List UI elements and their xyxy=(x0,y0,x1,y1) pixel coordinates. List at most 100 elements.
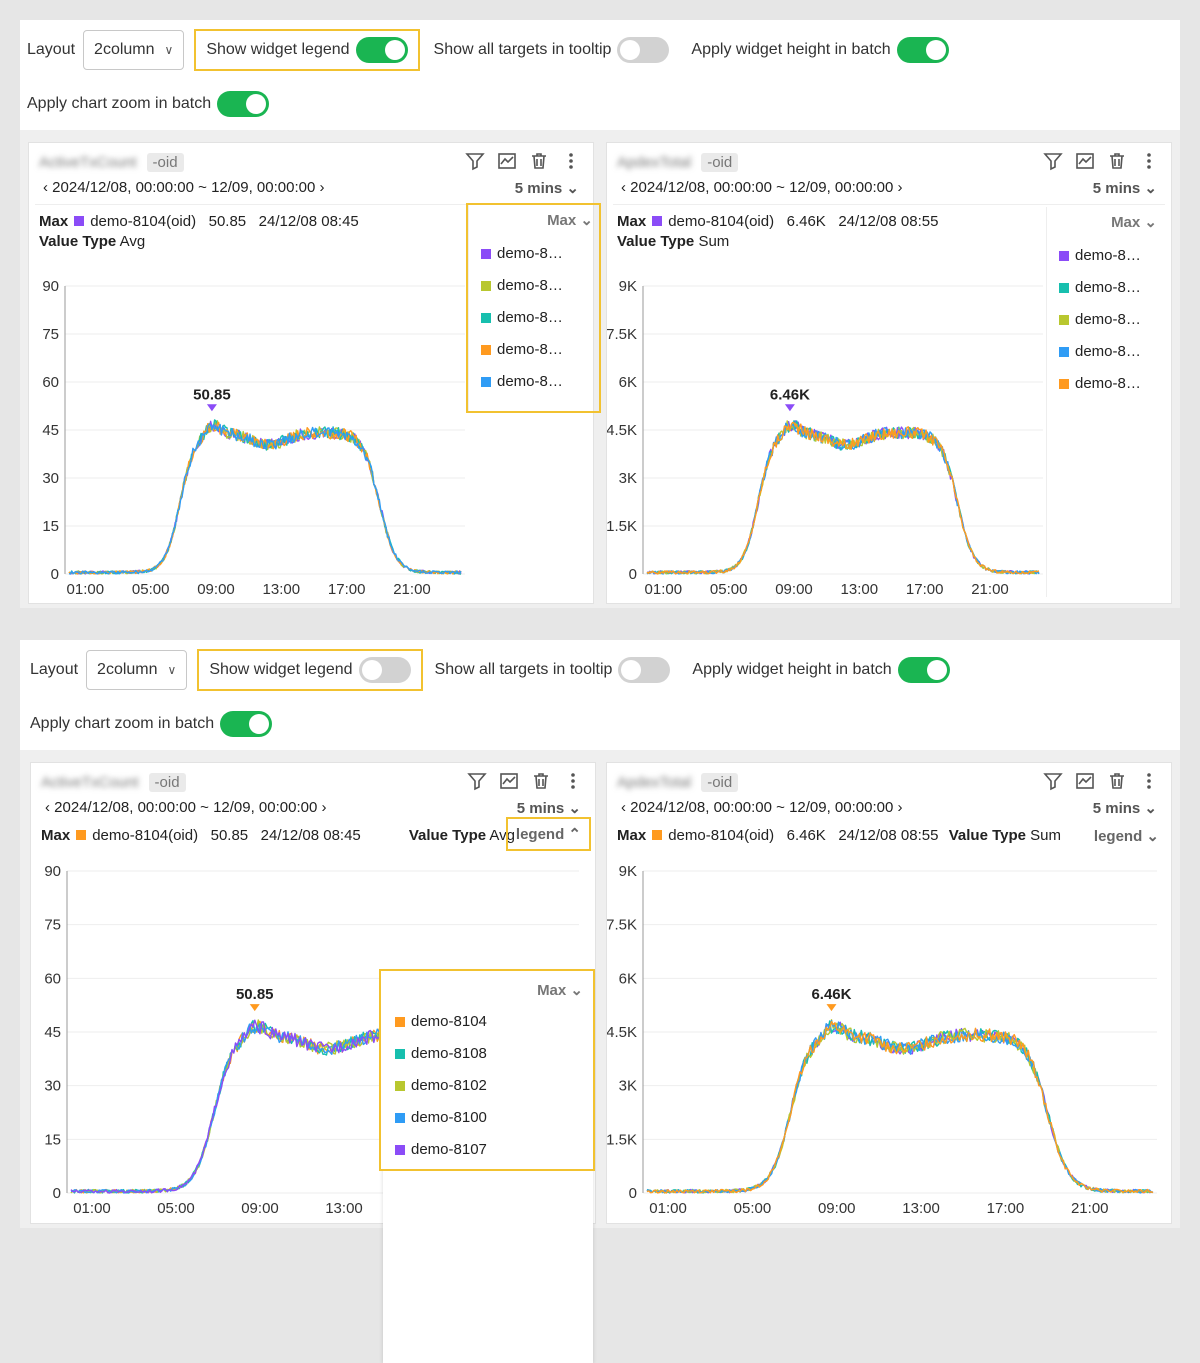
legend-item[interactable]: demo-8108 xyxy=(395,1045,487,1062)
filter-icon[interactable] xyxy=(1043,771,1063,791)
apply-zoom-switch[interactable] xyxy=(220,711,273,737)
line-chart[interactable]: 9K 7.5K 6K 4.5K 3K 1.5K 0 01:00 05:00 09:00 13:00 1… xyxy=(607,278,1055,604)
chart-icon[interactable] xyxy=(499,771,519,791)
filter-icon[interactable] xyxy=(465,151,485,171)
trash-icon[interactable] xyxy=(1107,771,1127,791)
value-type: Value Type Sum xyxy=(949,827,1061,844)
legend-item[interactable]: demo-8… xyxy=(1059,279,1141,296)
apply-height-toggle[interactable]: Apply widget height in batch xyxy=(692,657,950,683)
legend-item[interactable]: demo-8… xyxy=(1059,247,1141,264)
chevron-down-icon: ⌄ xyxy=(1144,180,1157,197)
legend-item[interactable]: demo-8… xyxy=(481,245,563,262)
y-tick-label: 0 xyxy=(53,1185,61,1202)
y-tick-label: 0 xyxy=(629,1185,637,1202)
date-range-text[interactable]: 2024/12/08, 00:00:00 ~ 12/09, 00:00:00 xyxy=(52,179,315,196)
chart-icon[interactable] xyxy=(1075,771,1095,791)
trash-icon[interactable] xyxy=(529,151,549,171)
apply-zoom-switch[interactable] xyxy=(217,91,270,117)
legend-item[interactable]: demo-8102 xyxy=(395,1077,487,1094)
chevron-up-icon: ⌃ xyxy=(568,826,581,843)
legend-sort-select[interactable]: Max ⌄ xyxy=(547,211,593,229)
x-tick-label: 21:00 xyxy=(1071,1200,1109,1217)
y-tick-label: 6K xyxy=(619,374,637,391)
x-tick-label: 01:00 xyxy=(645,581,683,598)
legend-item[interactable]: demo-8… xyxy=(1059,343,1141,360)
chart-icon[interactable] xyxy=(1075,151,1095,171)
line-chart[interactable]: 90 75 60 45 30 15 0 01:00 05:00 09:00 13:00 17:00 21… xyxy=(29,278,477,604)
filter-icon[interactable] xyxy=(1043,151,1063,171)
apply-height-switch[interactable] xyxy=(896,37,949,63)
interval-select[interactable]: 5 mins ⌄ xyxy=(1093,799,1157,817)
apply-height-switch[interactable] xyxy=(897,657,950,683)
legend-sort-value: Max xyxy=(1111,214,1141,231)
legend-item[interactable]: demo-8104 xyxy=(395,1013,487,1030)
trash-icon[interactable] xyxy=(1107,151,1127,171)
next-icon[interactable]: › xyxy=(893,179,902,196)
chevron-down-icon: ⌄ xyxy=(566,180,579,197)
peak-marker xyxy=(249,1004,260,1012)
date-range-text[interactable]: 2024/12/08, 00:00:00 ~ 12/09, 00:00:00 xyxy=(630,179,893,196)
next-icon[interactable]: › xyxy=(315,179,324,196)
show-widget-legend-switch[interactable] xyxy=(355,37,408,63)
series-swatch xyxy=(652,216,663,226)
legend-toggle-button[interactable]: legend ⌄ xyxy=(1094,827,1159,845)
show-widget-legend-toggle[interactable]: Show widget legend xyxy=(194,29,420,71)
filter-icon[interactable] xyxy=(467,771,487,791)
show-all-targets-toggle[interactable]: Show all targets in tooltip xyxy=(435,657,671,683)
date-range: ‹ 2024/12/08, 00:00:00 ~ 12/09, 00:00:00… xyxy=(621,179,903,196)
legend-item[interactable]: demo-8… xyxy=(481,341,563,358)
apply-zoom-toggle[interactable]: Apply chart zoom in batch xyxy=(30,711,273,737)
legend-item[interactable]: demo-8107 xyxy=(395,1141,487,1158)
next-icon[interactable]: › xyxy=(317,799,326,816)
y-tick-label: 0 xyxy=(51,566,59,583)
show-widget-legend-switch[interactable] xyxy=(358,657,411,683)
prev-icon[interactable]: ‹ xyxy=(45,799,54,816)
show-all-targets-toggle[interactable]: Show all targets in tooltip xyxy=(434,37,670,63)
line-chart[interactable]: 9K 7.5K 6K 4.5K 3K 1.5K 0 01:00 05:00 09:00 13:00 1… xyxy=(607,863,1169,1223)
layout-select[interactable]: 2column ∨ xyxy=(83,30,185,70)
dashboard-panel-legend-on: Layout 2column ∨ Show widget legend Show … xyxy=(20,20,1180,608)
apply-zoom-toggle[interactable]: Apply chart zoom in batch xyxy=(27,91,270,117)
more-icon[interactable] xyxy=(1139,151,1159,171)
interval-select[interactable]: 5 mins ⌄ xyxy=(1093,179,1157,197)
legend-toggle-button[interactable]: legend ⌃ xyxy=(505,817,591,851)
layout-select[interactable]: 2column ∨ xyxy=(86,650,188,690)
more-icon[interactable] xyxy=(561,151,581,171)
show-all-targets-label: Show all targets in tooltip xyxy=(433,41,612,58)
show-all-targets-switch[interactable] xyxy=(618,657,671,683)
legend-item[interactable]: demo-8… xyxy=(481,373,563,390)
legend-sort-select[interactable]: Max ⌄ xyxy=(1111,213,1157,231)
legend-item[interactable]: demo-8… xyxy=(481,277,563,294)
legend-item[interactable]: demo-8100 xyxy=(395,1109,487,1126)
x-tick-label: 09:00 xyxy=(775,581,813,598)
series-swatch xyxy=(481,280,491,291)
chevron-down-icon: ⌄ xyxy=(1144,800,1157,817)
show-all-targets-switch[interactable] xyxy=(617,37,670,63)
interval-select[interactable]: 5 mins ⌄ xyxy=(515,179,579,197)
legend-item-label: demo-8… xyxy=(497,373,563,390)
show-widget-legend-toggle[interactable]: Show widget legend xyxy=(197,649,423,691)
value-type-label: Value Type xyxy=(39,233,117,250)
date-range-text[interactable]: 2024/12/08, 00:00:00 ~ 12/09, 00:00:00 xyxy=(54,799,317,816)
trash-icon[interactable] xyxy=(531,771,551,791)
legend-item[interactable]: demo-8… xyxy=(481,309,563,326)
next-icon[interactable]: › xyxy=(893,799,902,816)
interval-select[interactable]: 5 mins ⌄ xyxy=(517,799,581,817)
more-icon[interactable] xyxy=(563,771,583,791)
more-icon[interactable] xyxy=(1139,771,1159,791)
legend-dropdown-list: Max ⌄ demo-8104 demo-8108 demo-8102 demo… xyxy=(379,969,595,1171)
prev-icon[interactable]: ‹ xyxy=(621,179,630,196)
apply-height-toggle[interactable]: Apply widget height in batch xyxy=(691,37,949,63)
prev-icon[interactable]: ‹ xyxy=(621,799,630,816)
series-swatch xyxy=(395,1112,405,1123)
legend-item[interactable]: demo-8… xyxy=(1059,311,1141,328)
x-tick-label: 01:00 xyxy=(73,1200,111,1217)
date-range-text[interactable]: 2024/12/08, 00:00:00 ~ 12/09, 00:00:00 xyxy=(630,799,893,816)
value-type: Value Type Avg xyxy=(409,827,515,844)
legend-item[interactable]: demo-8… xyxy=(1059,375,1141,392)
prev-icon[interactable]: ‹ xyxy=(43,179,52,196)
legend-sort-select[interactable]: Max ⌄ xyxy=(537,981,583,999)
chart-icon[interactable] xyxy=(497,151,517,171)
max-label: Max xyxy=(617,213,647,230)
legend-item-label: demo-8… xyxy=(1075,343,1141,360)
